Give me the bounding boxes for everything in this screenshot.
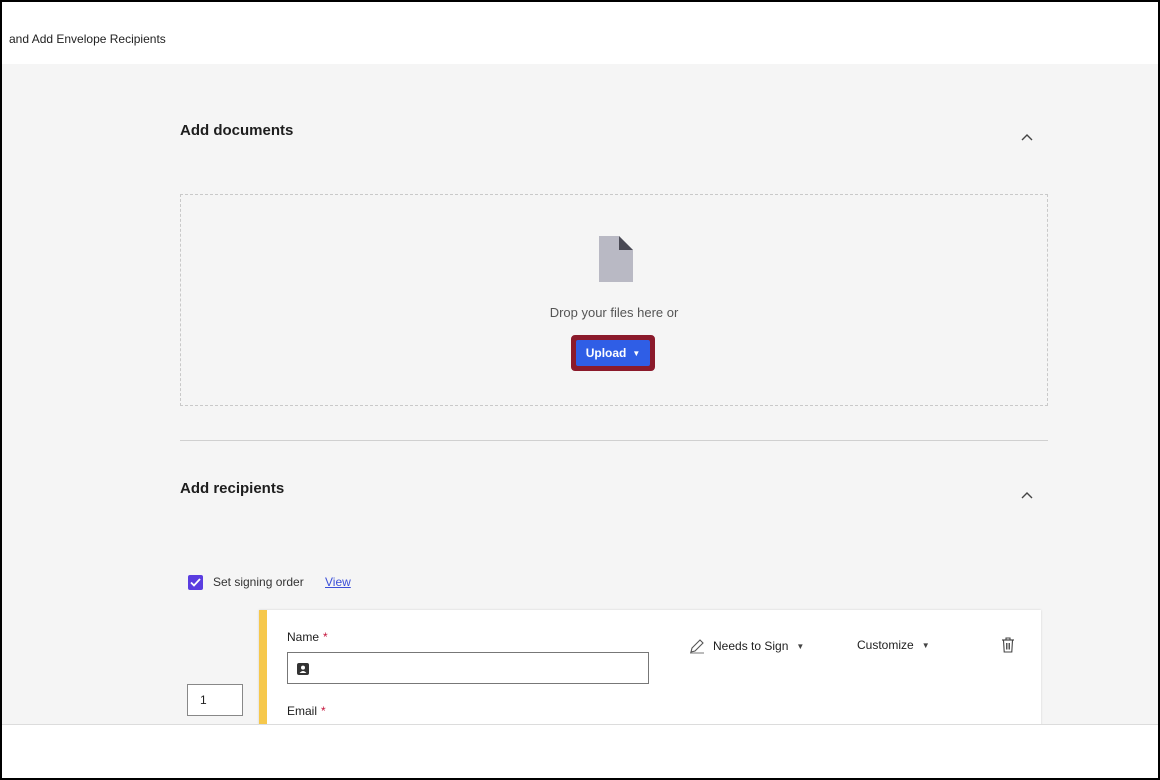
signing-order-checkbox[interactable]	[188, 575, 203, 590]
routing-order-input[interactable]: 1	[187, 684, 243, 716]
window-title: and Add Envelope Recipients	[9, 32, 166, 46]
document-icon	[599, 236, 633, 287]
email-label-text: Email	[287, 704, 318, 718]
app-window: and Add Envelope Recipients Add document…	[0, 0, 1160, 780]
customize-dropdown[interactable]: Customize ▼	[857, 638, 930, 652]
contact-card-icon[interactable]	[297, 662, 309, 680]
add-documents-heading: Add documents	[180, 122, 294, 139]
view-signing-order-link[interactable]: View	[325, 575, 351, 589]
upload-highlight: Upload ▼	[571, 335, 655, 371]
upload-label: Upload	[585, 346, 627, 360]
chevron-down-icon: ▼	[632, 348, 641, 358]
chevron-down-icon: ▼	[796, 641, 805, 651]
upload-button[interactable]: Upload ▼	[576, 340, 650, 366]
name-field[interactable]	[287, 652, 649, 684]
drop-files-text: Drop your files here or	[549, 305, 679, 320]
role-label: Needs to Sign	[713, 639, 789, 653]
required-marker: *	[321, 704, 326, 718]
required-marker: *	[323, 630, 328, 644]
chevron-down-icon: ▼	[921, 640, 930, 650]
trash-icon[interactable]	[1001, 637, 1015, 658]
pen-icon	[690, 639, 704, 654]
customize-label: Customize	[857, 638, 914, 652]
role-dropdown[interactable]: Needs to Sign ▼	[689, 638, 804, 654]
checkmark-icon	[190, 578, 201, 587]
file-dropzone[interactable]: Drop your files here or Upload ▼	[180, 194, 1048, 406]
chevron-up-icon[interactable]	[1020, 130, 1034, 144]
recipient-card: Name * Email * Needs to Sign ▼ Customize…	[259, 610, 1041, 724]
email-label: Email *	[287, 704, 326, 718]
section-divider	[180, 440, 1048, 441]
footer-area	[2, 724, 1158, 778]
add-recipients-heading: Add recipients	[180, 480, 285, 497]
title-bar: and Add Envelope Recipients	[2, 2, 1158, 65]
signing-order-label: Set signing order	[213, 575, 304, 589]
name-label: Name *	[287, 630, 328, 644]
name-label-text: Name	[287, 630, 320, 644]
chevron-up-icon[interactable]	[1020, 488, 1034, 502]
main-content: Add documents Drop your files here or Up…	[2, 64, 1158, 724]
